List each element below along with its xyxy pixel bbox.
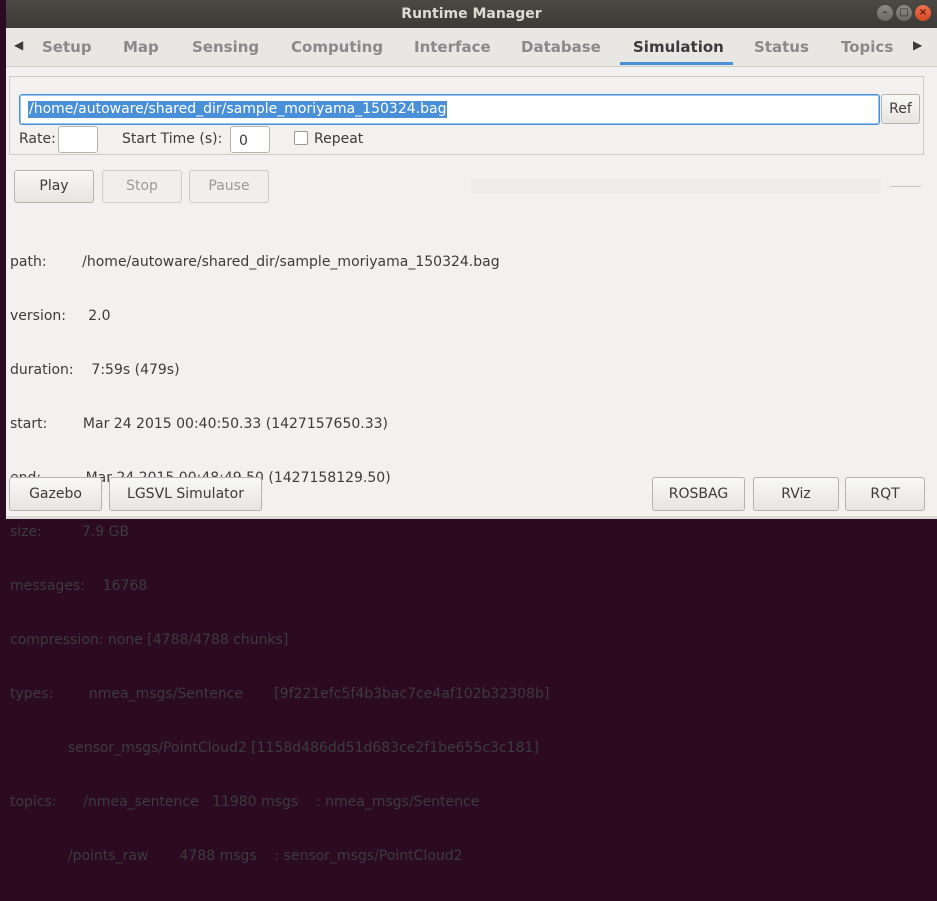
window-title: Runtime Manager <box>401 6 542 22</box>
bag-info-duration: duration: 7:59s (479s) <box>10 362 180 378</box>
tab-computing[interactable]: Computing <box>291 38 383 56</box>
rate-label: Rate: <box>19 131 56 147</box>
maximize-button[interactable]: □ <box>896 5 912 21</box>
tab-status[interactable]: Status <box>754 38 809 56</box>
stop-button[interactable]: Stop <box>102 170 182 203</box>
tab-map[interactable]: Map <box>123 38 159 56</box>
tab-bar: ◀ Setup Map Sensing Computing Interface … <box>6 28 937 67</box>
rosbag-button[interactable]: ROSBAG <box>652 477 745 511</box>
tab-simulation[interactable]: Simulation <box>633 38 724 56</box>
bag-info-topics: topics: /nmea_sentence 11980 msgs : nmea… <box>10 794 480 810</box>
rviz-button[interactable]: RViz <box>753 477 839 511</box>
tab-database[interactable]: Database <box>521 38 601 56</box>
tab-scroll-right-icon[interactable]: ▶ <box>913 38 922 52</box>
play-button[interactable]: Play <box>14 170 94 203</box>
title-bar: Runtime Manager – □ × <box>6 0 937 28</box>
tab-scroll-left-icon[interactable]: ◀ <box>14 38 23 52</box>
minimize-button[interactable]: – <box>877 5 893 21</box>
ref-button[interactable]: Ref <box>881 94 920 124</box>
window-controls: – □ × <box>877 5 931 21</box>
runtime-manager-window: Runtime Manager – □ × ◀ Setup Map Sensin… <box>6 0 937 864</box>
tab-interface[interactable]: Interface <box>414 38 491 56</box>
bag-info-size: size: 7.9 GB <box>10 524 130 540</box>
progress-separator <box>890 186 921 187</box>
bag-info-types-2: sensor_msgs/PointCloud2 [1158d486dd51d68… <box>10 740 539 756</box>
bag-info-topics-2: /points_raw 4788 msgs : sensor_msgs/Poin… <box>10 848 463 864</box>
rate-input[interactable] <box>58 126 98 153</box>
bag-info-messages: messages: 16768 <box>10 578 148 594</box>
bag-path-text: /home/autoware/shared_dir/sample_moriyam… <box>28 101 448 118</box>
tab-sensing[interactable]: Sensing <box>192 38 259 56</box>
bag-info-types: types: nmea_msgs/Sentence [9f221efc5f4b3… <box>10 686 550 702</box>
lgsvl-simulator-button[interactable]: LGSVL Simulator <box>109 477 262 511</box>
repeat-label: Repeat <box>314 131 364 147</box>
bag-info-compression: compression: none [4788/4788 chunks] <box>10 632 289 648</box>
bag-info-text: path: /home/autoware/shared_dir/sample_m… <box>10 217 549 901</box>
tab-topics[interactable]: Topics <box>841 38 893 56</box>
start-time-label: Start Time (s): <box>122 131 223 147</box>
tab-setup[interactable]: Setup <box>42 38 92 56</box>
active-tab-indicator <box>620 62 733 65</box>
bag-info-path: path: /home/autoware/shared_dir/sample_m… <box>10 254 500 270</box>
bag-info-version: version: 2.0 <box>10 308 111 324</box>
pause-button[interactable]: Pause <box>189 170 269 203</box>
close-button[interactable]: × <box>915 5 931 21</box>
repeat-checkbox[interactable] <box>294 131 308 145</box>
bag-info-start: start: Mar 24 2015 00:40:50.33 (14271576… <box>10 416 388 432</box>
playback-progress-bar <box>471 179 881 194</box>
bag-path-input[interactable]: /home/autoware/shared_dir/sample_moriyam… <box>19 94 880 125</box>
gazebo-button[interactable]: Gazebo <box>9 477 102 511</box>
start-time-input[interactable]: 0 <box>230 126 270 153</box>
rqt-button[interactable]: RQT <box>845 477 925 511</box>
